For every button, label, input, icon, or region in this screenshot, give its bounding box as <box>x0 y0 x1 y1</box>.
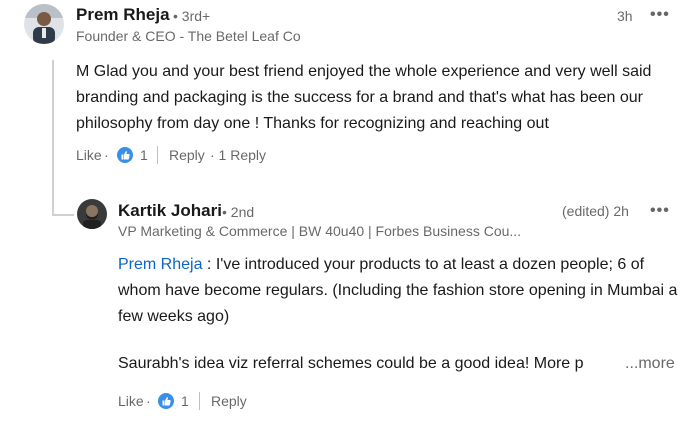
reply-button[interactable]: Reply <box>169 147 205 163</box>
author-headline: Founder & CEO - The Betel Leaf Co <box>76 28 301 44</box>
avatar-prem-rheja[interactable] <box>24 4 64 44</box>
author-headline: VP Marketing & Commerce | BW 40u40 | For… <box>118 223 522 239</box>
thread-line <box>52 60 54 216</box>
reaction-count[interactable]: 1 <box>181 393 189 409</box>
mention-link[interactable]: Prem Rheja <box>118 256 202 273</box>
reaction-count[interactable]: 1 <box>140 147 148 163</box>
thread-line-elbow <box>52 214 74 216</box>
more-options-icon[interactable]: ••• <box>650 6 670 24</box>
reply-text: Prem Rheja : I've introduced your produc… <box>118 252 678 330</box>
connection-degree: • 2nd <box>222 204 255 220</box>
more-options-icon[interactable]: ••• <box>650 202 670 220</box>
like-reaction-icon[interactable] <box>117 147 133 163</box>
reply-text-body: : I've introduced your products to at le… <box>118 256 678 325</box>
action-divider <box>199 392 200 410</box>
separator-dot: · <box>146 393 151 409</box>
reply-author-name[interactable]: Kartik Johari <box>118 201 222 221</box>
like-reaction-icon[interactable] <box>158 393 174 409</box>
reply-button[interactable]: Reply <box>211 393 247 409</box>
reply-timestamp: (edited) 2h <box>562 203 629 219</box>
comment-text: M Glad you and your best friend enjoyed … <box>76 63 652 132</box>
like-button[interactable]: Like <box>118 393 144 409</box>
action-divider <box>157 146 158 164</box>
like-button[interactable]: Like <box>76 147 102 163</box>
reply-text-paragraph: Saurabh's idea viz referral schemes coul… <box>118 355 584 372</box>
comment-author-name[interactable]: Prem Rheja <box>76 5 170 25</box>
connection-degree: • 3rd+ <box>173 8 211 24</box>
see-more-link[interactable]: ...more <box>625 351 675 377</box>
avatar-kartik-johari[interactable] <box>77 199 107 229</box>
comment-timestamp: 3h <box>617 8 633 24</box>
separator-dot: · <box>104 147 109 163</box>
reply-count-link[interactable]: · 1 Reply <box>210 147 266 163</box>
